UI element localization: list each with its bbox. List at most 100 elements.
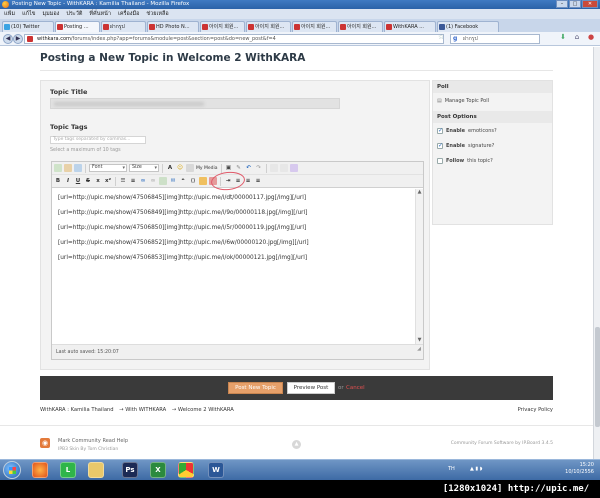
folder-icon[interactable] bbox=[88, 462, 104, 478]
language-indicator[interactable]: TH bbox=[448, 466, 455, 472]
tab-upload[interactable]: ฝากรูป bbox=[101, 21, 146, 32]
strikethrough-icon[interactable]: S bbox=[84, 177, 92, 185]
follow-checkbox[interactable] bbox=[437, 158, 443, 164]
breadcrumb-forum[interactable]: → Welcome 2 WithKARA bbox=[172, 407, 234, 413]
code-icon[interactable]: ⟨⟩ bbox=[189, 177, 197, 185]
paste-icon[interactable] bbox=[64, 164, 72, 172]
site-favicon-icon bbox=[340, 24, 346, 30]
bullet-list-icon[interactable]: ☰ bbox=[119, 177, 127, 185]
system-tray-icons[interactable]: ▲ ▮ ◗ bbox=[470, 466, 482, 472]
bookmark-star-icon[interactable]: ☆ bbox=[438, 33, 444, 41]
media-icon[interactable] bbox=[186, 164, 194, 172]
enable-signature-option[interactable]: Enable signature? bbox=[437, 142, 494, 149]
rss-icon[interactable]: ◉ bbox=[40, 438, 50, 448]
maximize-button[interactable]: □ bbox=[569, 0, 581, 8]
excel-icon[interactable]: X bbox=[150, 462, 166, 478]
manage-poll-link[interactable]: ▤ Manage Topic Poll bbox=[437, 98, 489, 104]
my-media-button[interactable]: My Media bbox=[196, 166, 218, 171]
tab-korean-1[interactable]: 아이지 회원... bbox=[200, 21, 245, 32]
clock[interactable]: 15:20 10/10/2556 bbox=[565, 462, 594, 476]
powered-by[interactable]: Community Forum Software by IP.Board 3.4… bbox=[451, 441, 553, 446]
minimize-button[interactable]: – bbox=[556, 0, 568, 8]
resize-grip-icon[interactable]: ◢ bbox=[417, 342, 421, 357]
topic-title-input[interactable] bbox=[50, 98, 340, 109]
menu-view[interactable]: มุมมอง bbox=[42, 9, 59, 19]
numbered-list-icon[interactable]: ≡ bbox=[129, 177, 137, 185]
bold-icon[interactable]: B bbox=[54, 177, 62, 185]
tab-korean-3[interactable]: 아이지 회원... bbox=[292, 21, 337, 32]
menu-history[interactable]: ประวัติ bbox=[66, 9, 82, 19]
link-icon[interactable]: ∞ bbox=[139, 177, 147, 185]
follow-topic-option[interactable]: Follow this topic? bbox=[437, 158, 493, 164]
page-scrollbar[interactable] bbox=[593, 47, 600, 459]
home-icon[interactable]: ⌂ bbox=[572, 33, 582, 41]
tab-facebook[interactable]: (1) Facebook bbox=[437, 21, 499, 32]
cancel-link[interactable]: Cancel bbox=[346, 385, 365, 391]
tab-hd-photo[interactable]: HD Photo N... bbox=[147, 21, 199, 32]
scrollbar-thumb[interactable] bbox=[595, 327, 600, 427]
tab-twitter[interactable]: (10) Twitter bbox=[2, 21, 54, 32]
line-app-icon[interactable]: L bbox=[60, 462, 76, 478]
editor-content[interactable]: [url=http://upic.me/show/47506845][img]h… bbox=[52, 189, 415, 344]
privacy-policy-link[interactable]: Privacy Policy bbox=[518, 407, 553, 413]
breadcrumb-home[interactable]: WithKARA : Kamilia Thailand bbox=[40, 407, 114, 413]
window-titlebar: Posting New Topic - WithKARA : Kamilia T… bbox=[0, 0, 600, 9]
tab-korean-4[interactable]: 아이지 회원... bbox=[338, 21, 383, 32]
tab-withkara[interactable]: WithKARA ... bbox=[384, 21, 436, 32]
word-icon[interactable]: W bbox=[208, 462, 224, 478]
spoiler-icon[interactable] bbox=[289, 164, 298, 172]
source-icon[interactable] bbox=[54, 164, 62, 172]
superscript-icon[interactable]: x² bbox=[104, 177, 112, 185]
quote-icon[interactable]: ❝ bbox=[179, 177, 187, 185]
search-input[interactable]: g ฝากรูป bbox=[450, 34, 540, 44]
footer-links[interactable]: Mark Community Read Help bbox=[58, 438, 128, 444]
forward-button[interactable]: ▶ bbox=[13, 34, 23, 44]
close-window-button[interactable]: ✕ bbox=[582, 0, 598, 8]
align-center-icon[interactable]: ≡ bbox=[244, 177, 252, 185]
photoshop-icon[interactable]: Ps bbox=[122, 462, 138, 478]
download-icon[interactable]: ⬇ bbox=[558, 33, 568, 41]
enable-emoticons-option[interactable]: Enable emoticons? bbox=[437, 127, 497, 134]
image-icon[interactable] bbox=[159, 177, 167, 185]
editor-scrollbar[interactable]: ▲ ▼ bbox=[415, 189, 423, 344]
topic-tags-input[interactable]: Type tags separated by commas... bbox=[50, 136, 146, 144]
menu-bookmarks[interactable]: ที่คั่นหน้า bbox=[89, 9, 111, 19]
chrome-icon[interactable] bbox=[178, 462, 194, 478]
emoticons-checkbox[interactable] bbox=[437, 127, 443, 134]
insert-image-icon[interactable] bbox=[199, 177, 207, 185]
undo-icon[interactable]: ↶ bbox=[245, 164, 253, 172]
spellcheck-icon[interactable]: ✎ bbox=[235, 164, 243, 172]
scroll-up-icon[interactable]: ▲ bbox=[416, 189, 423, 196]
breadcrumb-category[interactable]: → With WITHKARA bbox=[119, 407, 166, 413]
subscript-icon[interactable]: x bbox=[94, 177, 102, 185]
menu-help[interactable]: ช่วยเหลือ bbox=[146, 9, 168, 19]
paste-text-icon[interactable] bbox=[74, 164, 82, 172]
email-icon[interactable]: ✉ bbox=[169, 177, 177, 185]
table-icon[interactable] bbox=[269, 164, 278, 172]
align-right-icon[interactable]: ≡ bbox=[254, 177, 262, 185]
tab-korean-2[interactable]: 아이지 회원... bbox=[246, 21, 291, 32]
back-button[interactable]: ◀ bbox=[3, 34, 13, 44]
preview-post-button[interactable]: Preview Post bbox=[287, 382, 335, 394]
menu-tools[interactable]: เครื่องมือ bbox=[118, 9, 139, 19]
font-select[interactable]: Font bbox=[89, 164, 127, 172]
size-select[interactable]: Size bbox=[129, 164, 159, 172]
addon-icon[interactable]: ● bbox=[586, 33, 596, 41]
menu-file[interactable]: แฟ้ม bbox=[4, 9, 15, 19]
start-button[interactable] bbox=[3, 461, 21, 479]
unlink-icon[interactable]: ∞ bbox=[149, 177, 157, 185]
post-options-heading: Post Options bbox=[433, 111, 552, 123]
url-bar[interactable]: withkara.com/forums/index.php?app=forums… bbox=[24, 34, 444, 44]
emoticon-icon[interactable]: ☺ bbox=[176, 164, 184, 172]
redo-icon[interactable]: ↷ bbox=[255, 164, 263, 172]
text-color-icon[interactable]: A bbox=[166, 164, 174, 172]
signature-checkbox[interactable] bbox=[437, 142, 443, 149]
special-char-icon[interactable] bbox=[279, 164, 288, 172]
menu-edit[interactable]: แก้ไข bbox=[22, 9, 35, 19]
underline-icon[interactable]: U bbox=[74, 177, 82, 185]
tab-posting[interactable]: Posting ... bbox=[55, 21, 100, 32]
firefox-taskbar-icon[interactable] bbox=[32, 462, 48, 478]
italic-icon[interactable]: I bbox=[64, 177, 72, 185]
post-new-topic-button[interactable]: Post New Topic bbox=[228, 382, 283, 394]
back-to-top-icon[interactable]: ▲ bbox=[292, 440, 301, 449]
